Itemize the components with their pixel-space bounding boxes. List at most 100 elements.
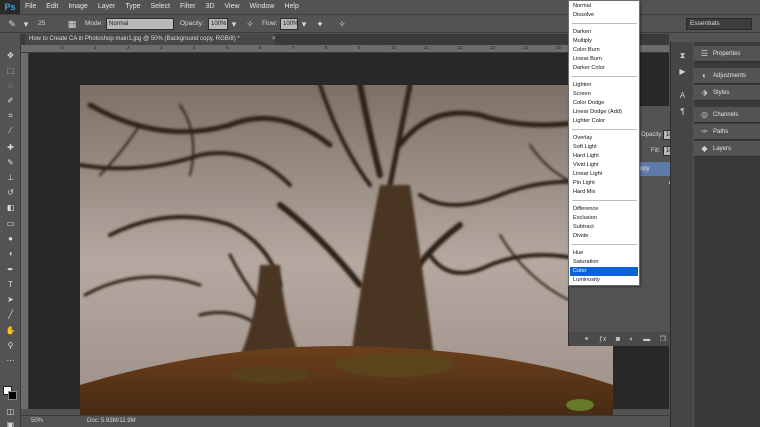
close-icon[interactable]: × [272,34,282,45]
panel-tab-channels[interactable]: ◎ Channels [694,107,760,123]
blend-mode-option[interactable]: Multiply [570,37,638,46]
panel-tab-paths[interactable]: ✑ Paths [694,124,760,140]
blend-mode-option[interactable]: Soft Light [570,143,638,152]
edit-toolbar-icon[interactable]: ⋯ [4,355,17,366]
blend-mode-option[interactable]: Hue [570,249,638,258]
flow-slider-icon[interactable]: ▾ [298,18,310,30]
brush-size-value[interactable]: 25 [38,18,45,30]
menu-view[interactable]: View [220,0,245,14]
line-tool-icon[interactable]: ╱ [4,309,17,320]
new-group-icon[interactable]: ▬ [643,336,650,343]
link-layers-icon[interactable]: ⚭ [584,335,590,343]
gradient-tool-icon[interactable]: ▭ [4,218,17,229]
menu-layer[interactable]: Layer [93,0,121,14]
eyedropper-tool-icon[interactable]: ⁄ [4,125,17,136]
menu-window[interactable]: Window [245,0,280,14]
blend-mode-option[interactable]: Linear Burn [570,55,638,64]
blend-mode-option[interactable]: Color Dodge [570,99,638,108]
blur-tool-icon[interactable]: ● [4,233,17,244]
character-icon[interactable]: A [676,90,689,102]
quick-select-tool-icon[interactable]: ✐ [4,95,17,106]
blend-mode-option[interactable]: Difference [570,205,638,214]
healing-brush-tool-icon[interactable]: ✚ [4,142,17,153]
brush-tool-icon[interactable]: ✎ [6,18,18,30]
blend-mode-option[interactable]: Hard Mix [570,188,638,197]
lasso-tool-icon[interactable]: ◌ [4,80,17,91]
brush-panel-icon[interactable]: ▦ [66,18,78,30]
airbrush-icon[interactable]: ✦ [314,18,326,30]
ruler-tick-label: 5 [226,45,229,50]
menu-select[interactable]: Select [146,0,175,14]
blend-mode-dropdown[interactable]: Normal Dissolve Darken Multiply Color Burn Li… [568,0,640,286]
mode-label: Mode: [85,20,104,27]
workspace-switcher[interactable]: Essentials [686,18,752,30]
dodge-tool-icon[interactable]: ◖ [4,248,17,259]
layer-style-icon[interactable]: ƒx [599,336,606,343]
menu-image[interactable]: Image [63,0,92,14]
crop-tool-icon[interactable]: ⌗ [4,110,17,121]
blend-mode-option[interactable]: Darker Color [570,64,638,73]
ruler-tick-label: 13 [490,45,496,50]
panel-tab-styles[interactable]: ⬗ Styles [694,85,760,101]
blend-mode-option[interactable]: Linear Dodge (Add) [570,108,638,117]
add-mask-icon[interactable]: ◙ [616,336,620,343]
blend-mode-option[interactable]: Lighten [570,81,638,90]
opacity-field[interactable]: 100% [208,18,228,30]
history-brush-tool-icon[interactable]: ↺ [4,187,17,198]
paragraph-icon[interactable]: ¶ [676,106,689,118]
blend-mode-option[interactable]: Pin Light [570,179,638,188]
blend-mode-option[interactable]: Divide [570,232,638,241]
zoom-tool-icon[interactable]: ⚲ [4,340,17,351]
background-color-swatch[interactable] [8,391,17,400]
blend-mode-option[interactable]: Overlay [570,134,638,143]
flow-field[interactable]: 100% [280,18,298,30]
type-tool-icon[interactable]: T [4,279,17,290]
blend-mode-option[interactable]: Subtract [570,223,638,232]
path-selection-tool-icon[interactable]: ➤ [4,294,17,305]
panel-tab-properties[interactable]: ☰ Properties [694,46,760,62]
document-image[interactable] [80,85,613,427]
brush-tool-icon[interactable]: ✎ [4,157,17,168]
blend-mode-option[interactable]: Screen [570,90,638,99]
history-icon[interactable]: ⧗ [676,50,689,62]
blend-mode-option[interactable]: Color Burn [570,46,638,55]
menu-edit[interactable]: Edit [41,0,63,14]
move-tool-icon[interactable]: ✥ [4,50,17,61]
blend-mode-option[interactable]: Hard Light [570,152,638,161]
document-info[interactable]: Doc: 5.93M/11.9M [87,416,136,427]
blend-mode-option[interactable]: Exclusion [570,214,638,223]
menu-filter[interactable]: Filter [175,0,201,14]
pen-tool-icon[interactable]: ✒ [4,264,17,275]
new-layer-icon[interactable]: ❐ [660,335,666,343]
panel-tab-adjustments[interactable]: ◐ Adjustments [694,68,760,84]
menu-type[interactable]: Type [120,0,145,14]
eraser-tool-icon[interactable]: ◧ [4,202,17,213]
menu-file[interactable]: File [20,0,41,14]
hand-tool-icon[interactable]: ✋ [4,325,17,336]
blend-mode-option[interactable]: Color [570,267,638,276]
blend-mode-option[interactable]: Lighter Color [570,117,638,126]
chevron-down-icon[interactable]: ▾ [20,18,32,30]
panel-tab-layers[interactable]: ◆ Layers [694,141,760,157]
menu-3d[interactable]: 3D [201,0,220,14]
blend-mode-option[interactable]: Darken [570,28,638,37]
blend-mode-option[interactable]: Dissolve [570,11,638,20]
mode-select[interactable]: Normal [106,18,174,30]
adjustment-layer-icon[interactable]: ◐ [630,336,634,343]
blend-mode-option[interactable]: Luminosity [570,276,638,285]
clone-stamp-tool-icon[interactable]: ⊥ [4,172,17,183]
zoom-level[interactable]: 50% [31,416,43,427]
quick-mask-icon[interactable]: ◫ [4,406,17,417]
blend-mode-option[interactable]: Linear Light [570,170,638,179]
blend-mode-option[interactable]: Vivid Light [570,161,638,170]
blend-mode-option[interactable]: Normal [570,2,638,11]
actions-icon[interactable]: ▶ [676,66,689,78]
blend-mode-option[interactable]: Saturation [570,258,638,267]
tablet-pressure-size-icon[interactable]: ✧ [336,18,348,30]
document-tab[interactable]: How to Create CA in Photoshop main1.jpg … [25,34,275,45]
marquee-tool-icon[interactable]: ⬚ [4,65,17,76]
tablet-pressure-opacity-icon[interactable]: ✧ [244,18,256,30]
opacity-slider-icon[interactable]: ▾ [228,18,240,30]
menu-help[interactable]: Help [279,0,303,14]
screen-mode-icon[interactable]: ▣ [4,419,17,427]
